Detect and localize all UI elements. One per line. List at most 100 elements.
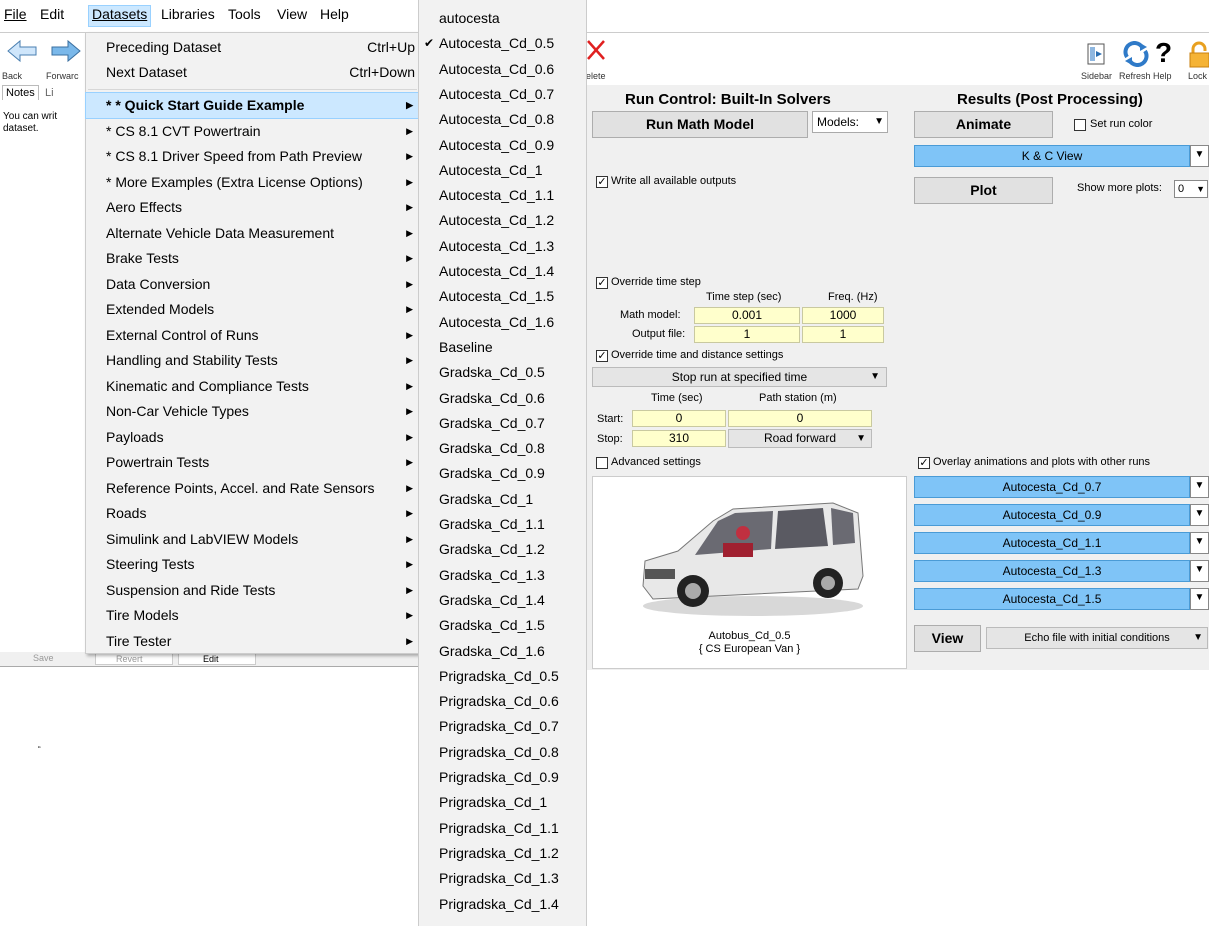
override-time-dist-checkbox[interactable]: ✓ xyxy=(596,350,608,362)
start-time-field[interactable]: 0 xyxy=(632,410,726,427)
echo-file-dropdown[interactable]: Echo file with initial conditions ▼ xyxy=(986,627,1208,649)
delete-button[interactable] xyxy=(586,39,606,64)
stop-mode-dropdown[interactable]: Stop run at specified time ▼ xyxy=(592,367,887,387)
submenu-item-dataset[interactable]: Prigradska_Cd_0.8 xyxy=(419,740,586,765)
plot-button[interactable]: Plot xyxy=(914,177,1053,204)
submenu-item-dataset[interactable]: Gradska_Cd_1.6 xyxy=(419,639,586,664)
menu-item-dataset-category[interactable]: * * Quick Start Guide Example ▶ xyxy=(85,92,420,119)
tab-links[interactable]: Li xyxy=(42,86,57,100)
submenu-item-dataset[interactable]: Autocesta_Cd_1.6 xyxy=(419,310,586,335)
chevron-down-icon[interactable]: ▼ xyxy=(1190,476,1209,498)
overlay-run-2[interactable]: Autocesta_Cd_0.9 xyxy=(914,504,1190,526)
submenu-item-dataset[interactable]: Autocesta_Cd_0.7 xyxy=(419,82,586,107)
submenu-item-dataset[interactable]: Gradska_Cd_1.3 xyxy=(419,563,586,588)
submenu-item-dataset[interactable]: Prigradska_Cd_0.9 xyxy=(419,765,586,790)
overlay-run-5[interactable]: Autocesta_Cd_1.5 xyxy=(914,588,1190,610)
edit-button[interactable]: Edit xyxy=(178,653,256,665)
advanced-settings-checkbox[interactable] xyxy=(596,457,608,469)
output-file-freq-field[interactable]: 1 xyxy=(802,326,884,343)
submenu-item-dataset[interactable]: Prigradska_Cd_0.5 xyxy=(419,664,586,689)
write-outputs-checkbox[interactable]: ✓ xyxy=(596,176,608,188)
submenu-item-dataset[interactable]: Autocesta_Cd_0.8 xyxy=(419,107,586,132)
menu-item-dataset-category[interactable]: Kinematic and Compliance Tests ▶ xyxy=(86,374,419,399)
submenu-item-dataset[interactable]: Prigradska_Cd_0.7 xyxy=(419,714,586,739)
submenu-item-dataset[interactable]: Gradska_Cd_1.1 xyxy=(419,512,586,537)
submenu-item-dataset[interactable]: Autocesta_Cd_1.3 xyxy=(419,234,586,259)
menu-file[interactable]: File xyxy=(4,6,27,22)
chevron-down-icon[interactable]: ▼ xyxy=(1190,504,1209,526)
submenu-item-dataset[interactable]: Gradska_Cd_1.5 xyxy=(419,613,586,638)
submenu-item-dataset[interactable]: Gradska_Cd_1 xyxy=(419,487,586,512)
menu-item-dataset-category[interactable]: Tire Tester ▶ xyxy=(86,629,419,654)
submenu-item-dataset[interactable]: autocesta xyxy=(419,6,586,31)
submenu-item-dataset[interactable]: Prigradska_Cd_1.1 xyxy=(419,816,586,841)
submenu-item-dataset[interactable]: Gradska_Cd_0.9 xyxy=(419,461,586,486)
lock-button[interactable] xyxy=(1188,41,1209,72)
show-more-plots-dropdown[interactable]: 0 ▼ xyxy=(1174,180,1208,198)
sidebar-button[interactable] xyxy=(1086,43,1106,68)
menu-item-dataset-category[interactable]: Brake Tests ▶ xyxy=(86,246,419,271)
revert-button[interactable]: Revert xyxy=(95,653,173,665)
menu-item-dataset-category[interactable]: Suspension and Ride Tests ▶ xyxy=(86,578,419,603)
menu-view[interactable]: View xyxy=(277,6,307,22)
math-model-step-field[interactable]: 0.001 xyxy=(694,307,800,324)
menu-edit[interactable]: Edit xyxy=(40,6,64,22)
overlay-checkbox[interactable]: ✓ xyxy=(918,457,930,469)
output-file-step-field[interactable]: 1 xyxy=(694,326,800,343)
submenu-item-dataset[interactable]: Gradska_Cd_1.2 xyxy=(419,537,586,562)
submenu-item-dataset[interactable]: Prigradska_Cd_1.3 xyxy=(419,866,586,891)
submenu-item-dataset[interactable]: Autocesta_Cd_1.5 xyxy=(419,284,586,309)
overlay-run-4[interactable]: Autocesta_Cd_1.3 xyxy=(914,560,1190,582)
vehicle-image-panel[interactable]: Autobus_Cd_0.5 { CS European Van } xyxy=(592,476,907,669)
submenu-item-dataset[interactable]: Autocesta_Cd_1 xyxy=(419,158,586,183)
menu-item-dataset-category[interactable]: Steering Tests ▶ xyxy=(86,552,419,577)
start-station-field[interactable]: 0 xyxy=(728,410,872,427)
menu-item-dataset-category[interactable]: Powertrain Tests ▶ xyxy=(86,450,419,475)
set-run-color-checkbox[interactable] xyxy=(1074,119,1086,131)
menu-datasets[interactable]: Datasets xyxy=(88,5,152,27)
math-model-freq-field[interactable]: 1000 xyxy=(802,307,884,324)
submenu-item-dataset[interactable]: Prigradska_Cd_1.2 xyxy=(419,841,586,866)
animate-button[interactable]: Animate xyxy=(914,111,1053,138)
back-button[interactable] xyxy=(6,39,38,66)
menu-item-dataset-category[interactable]: Extended Models ▶ xyxy=(86,297,419,322)
submenu-item-dataset[interactable]: Gradska_Cd_1.4 xyxy=(419,588,586,613)
menu-item-preceding-dataset[interactable]: Preceding Dataset Ctrl+Up xyxy=(86,35,419,60)
forward-button[interactable] xyxy=(50,39,82,66)
chevron-down-icon[interactable]: ▼ xyxy=(1190,532,1209,554)
submenu-item-dataset[interactable]: Prigradska_Cd_1.4 xyxy=(419,892,586,917)
menu-item-dataset-category[interactable]: Handling and Stability Tests ▶ xyxy=(86,348,419,373)
submenu-item-dataset[interactable]: Prigradska_Cd_0.6 xyxy=(419,689,586,714)
submenu-item-dataset[interactable]: Gradska_Cd_0.5 xyxy=(419,360,586,385)
submenu-item-dataset[interactable]: ✔ Autocesta_Cd_0.5 xyxy=(419,31,586,56)
menu-item-next-dataset[interactable]: Next Dataset Ctrl+Down xyxy=(86,60,419,85)
menu-tools[interactable]: Tools xyxy=(228,6,261,22)
road-direction-dropdown[interactable]: Road forward ▼ xyxy=(728,429,872,448)
menu-item-dataset-category[interactable]: Non-Car Vehicle Types ▶ xyxy=(86,399,419,424)
menu-item-dataset-category[interactable]: Roads ▶ xyxy=(86,501,419,526)
refresh-button[interactable] xyxy=(1122,41,1150,70)
menu-item-dataset-category[interactable]: Aero Effects ▶ xyxy=(86,195,419,220)
submenu-item-dataset[interactable]: Prigradska_Cd_1 xyxy=(419,790,586,815)
menu-help[interactable]: Help xyxy=(320,6,349,22)
tab-notes[interactable]: Notes xyxy=(2,85,39,100)
menu-libraries[interactable]: Libraries xyxy=(161,6,215,22)
chevron-down-icon[interactable]: ▼ xyxy=(1190,145,1209,167)
chevron-down-icon[interactable]: ▼ xyxy=(1190,588,1209,610)
help-icon[interactable]: ? xyxy=(1155,37,1172,69)
menu-item-dataset-category[interactable]: Simulink and LabVIEW Models ▶ xyxy=(86,527,419,552)
menu-item-dataset-category[interactable]: Tire Models ▶ xyxy=(86,603,419,628)
save-button[interactable]: Save xyxy=(33,653,54,663)
submenu-item-dataset[interactable]: Autocesta_Cd_1.1 xyxy=(419,183,586,208)
models-dropdown[interactable]: Models: ▼ xyxy=(812,111,888,133)
submenu-item-dataset[interactable]: Autocesta_Cd_0.9 xyxy=(419,133,586,158)
menu-item-dataset-category[interactable]: Data Conversion ▶ xyxy=(86,272,419,297)
menu-item-dataset-category[interactable]: Alternate Vehicle Data Measurement ▶ xyxy=(86,221,419,246)
menu-item-dataset-category[interactable]: * CS 8.1 CVT Powertrain ▶ xyxy=(86,119,419,144)
submenu-item-dataset[interactable]: Autocesta_Cd_0.6 xyxy=(419,57,586,82)
run-math-model-button[interactable]: Run Math Model xyxy=(592,111,808,138)
chevron-down-icon[interactable]: ▼ xyxy=(1190,560,1209,582)
view-type-dropdown[interactable]: K & C View xyxy=(914,145,1190,167)
override-step-checkbox[interactable]: ✓ xyxy=(596,277,608,289)
stop-time-field[interactable]: 310 xyxy=(632,430,726,447)
